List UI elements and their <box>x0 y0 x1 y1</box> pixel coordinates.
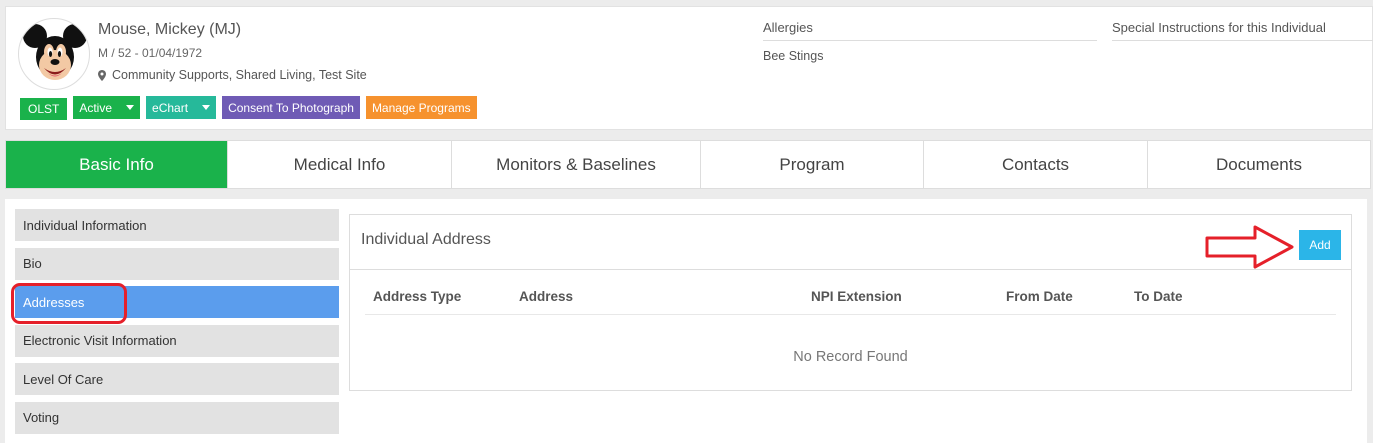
consent-label: Consent To Photograph <box>228 100 354 115</box>
column-header-to-date[interactable]: To Date <box>1134 289 1183 304</box>
olst-badge[interactable]: OLST <box>20 98 68 120</box>
special-instructions-label: Special Instructions for this Individual <box>1112 20 1373 41</box>
status-badges: OLST Active eChart Consent To Photograph… <box>20 96 477 120</box>
column-header-address[interactable]: Address <box>519 289 573 304</box>
patient-header: Mouse, Mickey (MJ) M / 52 - 01/04/1972 C… <box>5 6 1373 130</box>
sidebar-item-individual-information[interactable]: Individual Information <box>15 209 339 241</box>
sidebar: Individual Information Bio Addresses Ele… <box>15 209 339 440</box>
tab-monitors-baselines[interactable]: Monitors & Baselines <box>452 141 701 188</box>
echart-dropdown[interactable]: eChart <box>146 96 217 119</box>
empty-state-message: No Record Found <box>793 349 908 365</box>
map-marker-icon <box>98 69 106 81</box>
caret-down-icon <box>126 105 135 110</box>
panel-title: Individual Address <box>361 231 491 248</box>
allergies-value: Bee Stings <box>763 49 824 63</box>
active-label: Active <box>79 100 113 115</box>
consent-to-photograph-button[interactable]: Consent To Photograph <box>222 96 360 119</box>
tab-basic-info[interactable]: Basic Info <box>6 141 228 188</box>
sidebar-item-voting[interactable]: Voting <box>15 401 339 434</box>
address-panel: Individual Address Add Address Type Addr… <box>349 214 1352 391</box>
address-table: Address Type Address NPI Extension From … <box>365 283 1336 365</box>
tab-documents[interactable]: Documents <box>1148 141 1370 188</box>
active-status-dropdown[interactable]: Active <box>73 96 141 119</box>
patient-demographics: M / 52 - 01/04/1972 <box>98 46 203 60</box>
column-header-from-date[interactable]: From Date <box>1006 289 1073 304</box>
allergies-label: Allergies <box>763 20 1097 41</box>
sidebar-item-level-of-care[interactable]: Level Of Care <box>15 363 339 395</box>
patient-name: Mouse, Mickey (MJ) <box>98 21 242 38</box>
main-tabs: Basic Info Medical Info Monitors & Basel… <box>5 140 1371 189</box>
tab-contacts[interactable]: Contacts <box>924 141 1148 188</box>
avatar <box>18 18 90 90</box>
sidebar-item-addresses[interactable]: Addresses <box>15 286 339 318</box>
caret-down-icon <box>202 105 211 110</box>
echart-label: eChart <box>152 100 189 115</box>
mickey-avatar-icon <box>23 24 87 80</box>
table-header: Address Type Address NPI Extension From … <box>365 283 1336 315</box>
sidebar-item-bio[interactable]: Bio <box>15 247 339 280</box>
manage-label: Manage Programs <box>371 100 471 115</box>
panel-header: Individual Address Add <box>350 215 1351 270</box>
tab-medical-info[interactable]: Medical Info <box>228 141 452 188</box>
tab-program[interactable]: Program <box>701 141 924 188</box>
sidebar-item-electronic-visit-information[interactable]: Electronic Visit Information <box>15 324 339 357</box>
location-text: Community Supports, Shared Living, Test … <box>112 68 367 82</box>
column-header-address-type[interactable]: Address Type <box>373 289 461 304</box>
content-area: Individual Information Bio Addresses Ele… <box>5 199 1367 443</box>
page: Mouse, Mickey (MJ) M / 52 - 01/04/1972 C… <box>0 0 1373 443</box>
olst-label: OLST <box>28 102 60 116</box>
patient-location: Community Supports, Shared Living, Test … <box>98 68 367 82</box>
column-header-npi-extension[interactable]: NPI Extension <box>811 289 902 304</box>
add-address-button[interactable]: Add <box>1299 230 1341 260</box>
manage-programs-button[interactable]: Manage Programs <box>365 96 477 119</box>
